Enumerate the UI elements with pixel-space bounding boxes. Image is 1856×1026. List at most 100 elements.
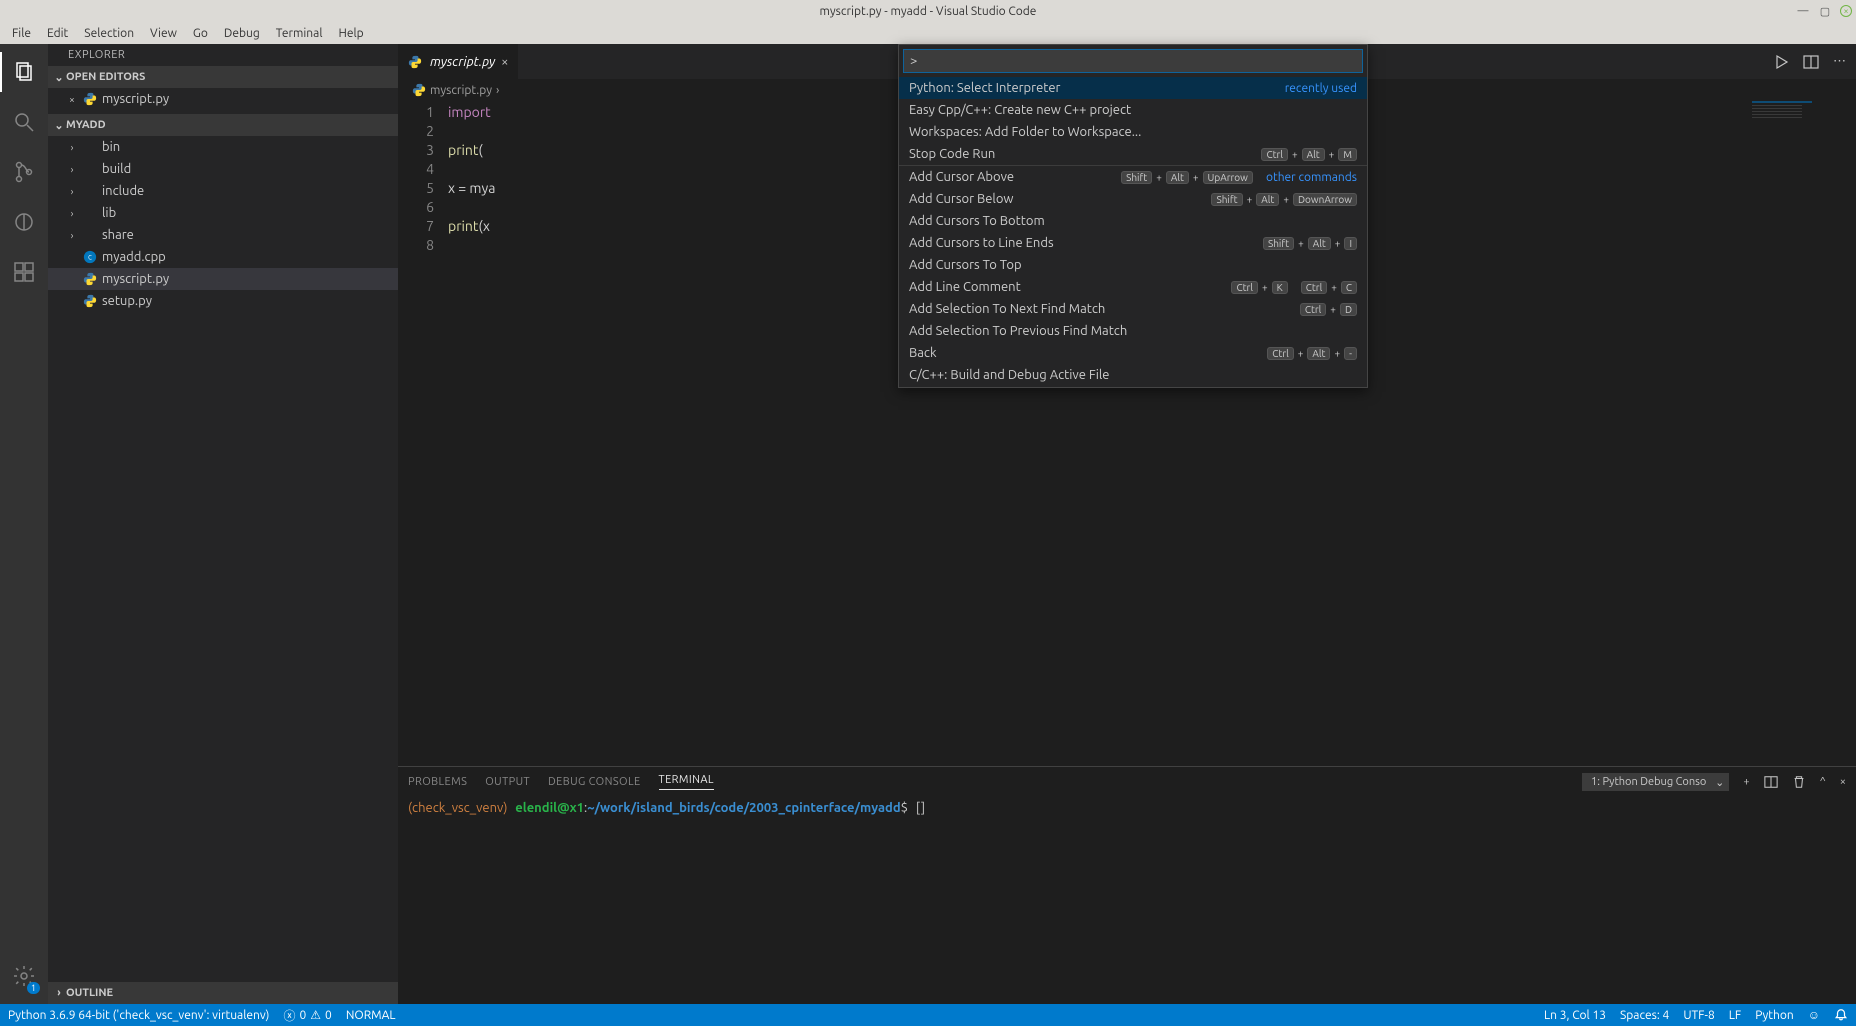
maximize-panel-icon[interactable]: ^ (1820, 776, 1826, 788)
menu-edit[interactable]: Edit (39, 25, 76, 42)
tree-item-label: bin (102, 140, 120, 154)
palette-item-label: Stop Code Run (909, 147, 995, 161)
palette-item[interactable]: Add Selection To Next Find MatchCtrl+D (899, 298, 1367, 320)
folder-item[interactable]: ›include (48, 180, 398, 202)
palette-item[interactable]: Workspaces: Add Folder to Workspace... (899, 121, 1367, 143)
terminal-selector[interactable]: 1: Python Debug Conso ⌄ (1582, 773, 1729, 791)
menu-debug[interactable]: Debug (216, 25, 268, 42)
chevron-down-icon: ⌄ (1715, 776, 1724, 789)
palette-item[interactable]: Easy Cpp/C++: Create new C++ project (899, 99, 1367, 121)
line-numbers: 12345678 (398, 101, 448, 766)
folder-tree: ›bin›build›include›lib›shareCmyadd.cppmy… (48, 136, 398, 316)
minimap[interactable] (1752, 101, 1842, 201)
palette-item[interactable]: Add Cursor BelowShift+Alt+DownArrow (899, 188, 1367, 210)
tab-myscript[interactable]: myscript.py × (398, 44, 519, 79)
new-terminal-icon[interactable]: + (1743, 776, 1749, 788)
palette-item[interactable]: C/C++: Build and Debug Active File (899, 364, 1367, 386)
palette-item[interactable]: Python: Select Interpreter recently used (899, 77, 1367, 99)
palette-item[interactable]: Add Cursors to Line EndsShift+Alt+I (899, 232, 1367, 254)
activity-extensions[interactable] (0, 252, 48, 292)
kill-terminal-icon[interactable] (1792, 775, 1806, 789)
activity-settings[interactable]: 1 (0, 956, 48, 996)
palette-item-label: Add Cursors To Top (909, 258, 1022, 272)
run-icon[interactable] (1773, 54, 1789, 70)
activity-source-control[interactable] (0, 152, 48, 192)
palette-item[interactable]: Add Cursor AboveShift+Alt+UpArrow other … (899, 166, 1367, 188)
section-outline[interactable]: › OUTLINE (48, 982, 398, 1004)
status-language[interactable]: Python (1755, 1009, 1794, 1022)
open-editor-name: myscript.py (102, 92, 169, 106)
activity-search[interactable] (0, 102, 48, 142)
palette-item-hint: other commands (1266, 171, 1357, 184)
status-problems[interactable]: ⓧ0 ⚠0 (283, 1007, 331, 1024)
palette-item[interactable]: C/C++: Change Configuration Provider... (899, 386, 1367, 387)
menu-go[interactable]: Go (185, 25, 216, 42)
open-editor-item[interactable]: × myscript.py (48, 88, 398, 110)
close-editor-icon[interactable]: × (66, 94, 78, 105)
terminal-venv: (check_vsc_venv) (408, 801, 507, 815)
menu-view[interactable]: View (142, 25, 185, 42)
tree-item-label: share (102, 228, 134, 242)
file-item[interactable]: setup.py (48, 290, 398, 312)
status-notifications-icon[interactable] (1834, 1008, 1848, 1022)
split-terminal-icon[interactable] (1764, 775, 1778, 789)
warning-icon: ⚠ (310, 1008, 321, 1022)
panel-tab-problems[interactable]: PROBLEMS (408, 776, 467, 788)
folder-item[interactable]: ›bin (48, 136, 398, 158)
window-title: myscript.py - myadd - Visual Studio Code (820, 5, 1037, 18)
palette-item-label: Add Cursor Above (909, 170, 1014, 184)
close-panel-icon[interactable]: × (1840, 776, 1846, 788)
palette-item[interactable]: Add Selection To Previous Find Match (899, 320, 1367, 342)
more-actions-icon[interactable]: ⋯ (1833, 54, 1846, 69)
menu-terminal[interactable]: Terminal (268, 25, 331, 42)
status-feedback-icon[interactable]: ☺ (1808, 1008, 1820, 1022)
maximize-icon[interactable]: ▢ (1818, 4, 1832, 18)
panel-tab-terminal[interactable]: TERMINAL (659, 774, 714, 790)
palette-item-label: Workspaces: Add Folder to Workspace... (909, 125, 1141, 139)
palette-item-label: Back (909, 346, 937, 360)
chevron-right-icon: › (66, 208, 78, 219)
panel-tab-output[interactable]: OUTPUT (485, 776, 530, 788)
folder-item[interactable]: ›lib (48, 202, 398, 224)
activity-bar: 1 (0, 44, 48, 1004)
status-cursor-position[interactable]: Ln 3, Col 13 (1544, 1009, 1606, 1022)
activity-debug[interactable] (0, 202, 48, 242)
activity-explorer[interactable] (0, 52, 48, 92)
menu-help[interactable]: Help (330, 25, 371, 42)
folder-item[interactable]: › share (48, 224, 398, 246)
chevron-down-icon: ⌄ (52, 71, 66, 84)
menu-selection[interactable]: Selection (76, 25, 142, 42)
status-vim-mode[interactable]: NORMAL (346, 1009, 396, 1022)
menu-file[interactable]: File (4, 25, 39, 42)
section-folder[interactable]: ⌄ MYADD (48, 114, 398, 136)
sidebar-title: EXPLORER (48, 44, 398, 66)
split-editor-icon[interactable] (1803, 54, 1819, 70)
tab-close-icon[interactable]: × (501, 55, 508, 69)
status-eol[interactable]: LF (1729, 1009, 1741, 1022)
file-item[interactable]: Cmyadd.cpp (48, 246, 398, 268)
status-encoding[interactable]: UTF-8 (1683, 1009, 1714, 1022)
status-interpreter[interactable]: Python 3.6.9 64-bit ('check_vsc_venv': v… (8, 1009, 269, 1022)
section-open-editors[interactable]: ⌄ OPEN EDITORS (48, 66, 398, 88)
panel-tab-debug-console[interactable]: DEBUG CONSOLE (548, 776, 641, 788)
editor-area: myscript.py × ⋯ myscript.py › 12345678 i… (398, 44, 1856, 1004)
command-palette-input[interactable] (903, 49, 1363, 73)
terminal-body[interactable]: (check_vsc_venv) elendil@x1:~/work/islan… (398, 797, 1856, 1004)
chevron-right-icon: › (66, 230, 78, 241)
palette-item[interactable]: Add Line CommentCtrl+K Ctrl+C (899, 276, 1367, 298)
palette-item[interactable]: Add Cursors To Top (899, 254, 1367, 276)
terminal-tilde: ~ (587, 801, 594, 815)
palette-item[interactable]: BackCtrl+Alt+- (899, 342, 1367, 364)
status-indentation[interactable]: Spaces: 4 (1620, 1009, 1669, 1022)
palette-item[interactable]: Stop Code RunCtrl+Alt+M (899, 143, 1367, 165)
minimize-icon[interactable]: — (1796, 4, 1810, 18)
file-item[interactable]: myscript.py (48, 268, 398, 290)
terminal-cursor: [] (916, 801, 925, 815)
python-file-icon (408, 55, 424, 69)
panel-tabs: PROBLEMS OUTPUT DEBUG CONSOLE TERMINAL 1… (398, 767, 1856, 797)
palette-item-label: Add Cursors to Line Ends (909, 236, 1054, 250)
folder-item[interactable]: ›build (48, 158, 398, 180)
terminal-userhost: elendil@x1 (515, 801, 584, 815)
palette-item[interactable]: Add Cursors To Bottom (899, 210, 1367, 232)
close-icon[interactable]: × (1840, 5, 1852, 17)
